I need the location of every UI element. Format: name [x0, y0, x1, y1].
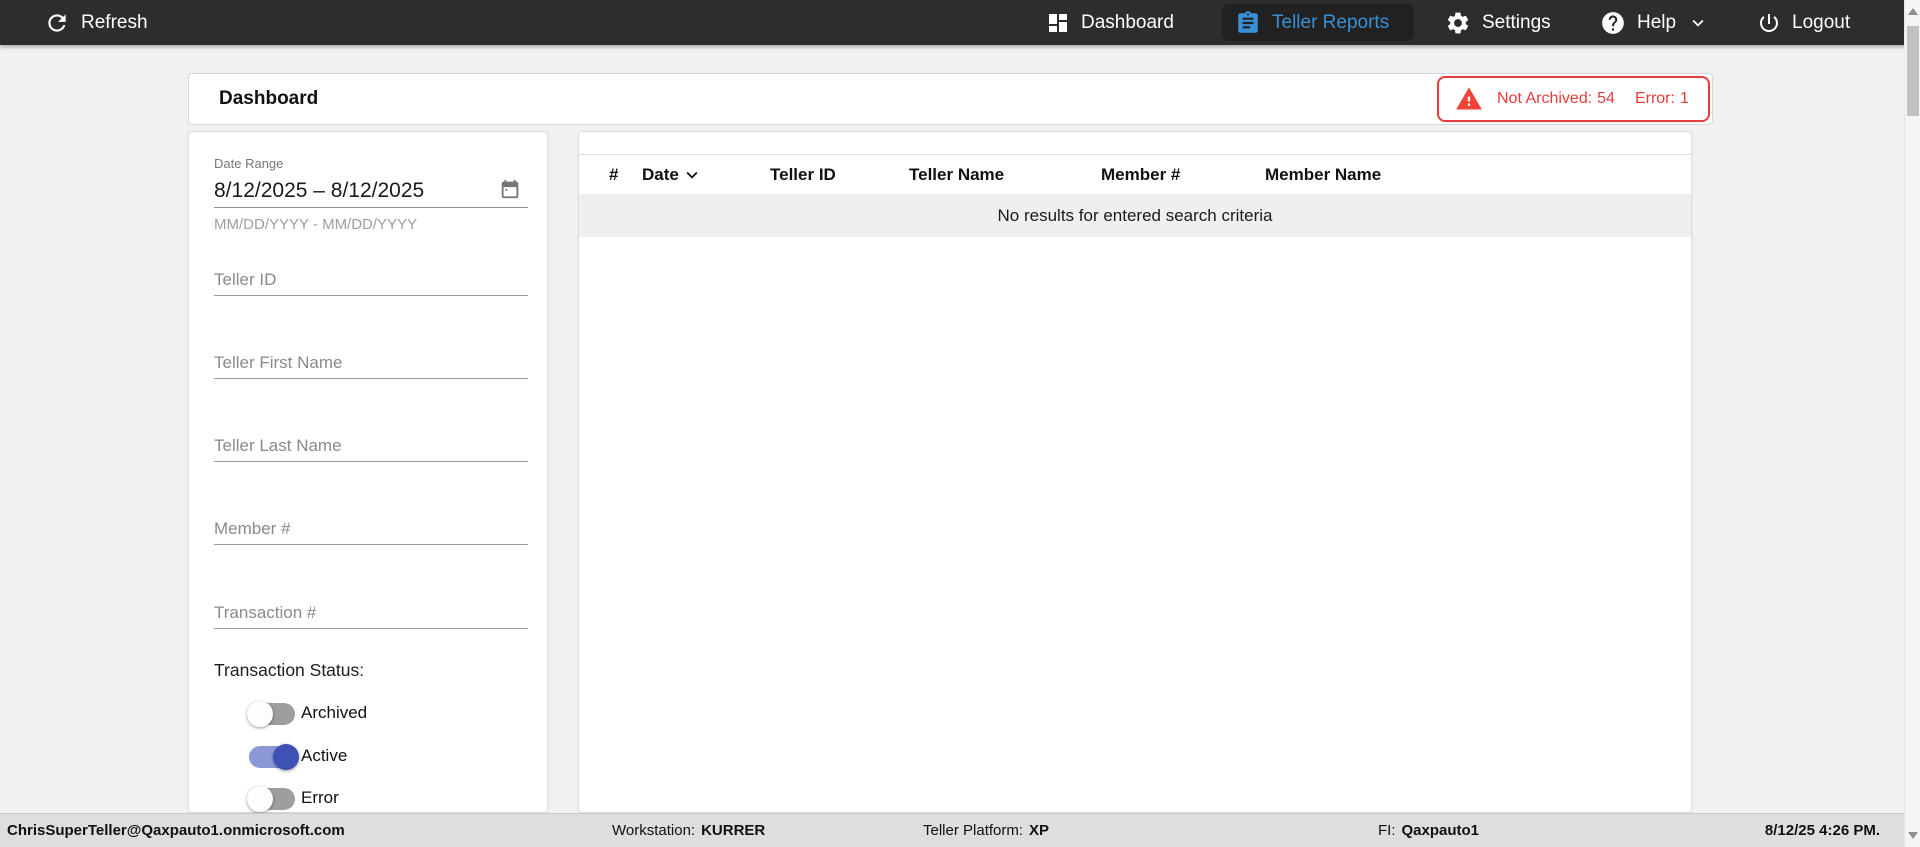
scrollbar-thumb[interactable] — [1907, 26, 1919, 116]
error-count: Error: 1 — [1634, 90, 1689, 107]
no-results-row: No results for entered search criteria — [579, 194, 1691, 237]
toggle-thumb — [247, 701, 273, 727]
logged-in-user: ChrisSuperTeller@Qaxpauto1.onmicrosoft.c… — [7, 822, 345, 839]
vertical-scrollbar[interactable] — [1904, 0, 1920, 847]
refresh-button[interactable]: Refresh — [44, 0, 148, 45]
transaction-number-input[interactable] — [214, 598, 528, 629]
toggle-thumb — [247, 786, 273, 812]
teller-first-name-input[interactable] — [214, 348, 528, 379]
error-toggle-label: Error — [301, 788, 339, 807]
clipboard-icon — [1238, 10, 1258, 33]
page-title: Dashboard — [219, 88, 319, 109]
calendar-icon[interactable] — [499, 178, 521, 200]
help-icon — [1602, 11, 1624, 34]
error-toggle[interactable] — [247, 786, 295, 812]
not-archived-count: Not Archived: 54 — [1497, 90, 1615, 107]
column-header-teller-id[interactable]: Teller ID — [770, 165, 909, 185]
teller-id-input[interactable] — [214, 265, 528, 296]
current-timestamp: 8/12/25 4:26 PM. — [1764, 822, 1880, 839]
refresh-icon — [48, 13, 66, 32]
dashboard-grid-icon — [1049, 13, 1067, 32]
chevron-down-icon — [1692, 19, 1704, 27]
scroll-up-arrow-icon[interactable] — [1908, 8, 1918, 15]
toggle-row-archived: Archived — [189, 701, 547, 727]
fi-info: FI: Qaxpauto1 — [1378, 822, 1480, 839]
archived-toggle-label: Archived — [301, 703, 368, 722]
results-table-header: # Date Teller ID Teller Name Member # Me… — [579, 154, 1691, 194]
nav-item-dashboard[interactable]: Dashboard — [1046, 0, 1174, 45]
column-header-member-number[interactable]: Member # — [1101, 165, 1265, 185]
sort-chevron-down-icon — [686, 171, 698, 179]
search-filters-panel: Date Range MM/DD/YYYY - MM/DD/YYYY Trans… — [188, 131, 548, 813]
status-bar: ChrisSuperTeller@Qaxpauto1.onmicrosoft.c… — [0, 813, 1920, 847]
nav-item-label: Logout — [1792, 11, 1851, 33]
teller-platform-info: Teller Platform: XP — [923, 822, 1050, 839]
member-number-input[interactable] — [214, 514, 528, 545]
archive-error-alert-badge[interactable]: Not Archived: 54 Error: 1 — [1437, 76, 1710, 122]
workstation-info: Workstation: KURRER — [612, 822, 766, 839]
active-toggle[interactable] — [249, 744, 299, 770]
active-toggle-label: Active — [301, 746, 348, 765]
toggle-row-active: Active — [189, 744, 547, 770]
gear-icon — [1447, 12, 1469, 33]
column-header-number[interactable]: # — [609, 165, 642, 185]
nav-item-label: Help — [1637, 11, 1677, 33]
nav-item-label: Dashboard — [1081, 11, 1174, 33]
nav-item-settings[interactable]: Settings — [1445, 0, 1551, 45]
refresh-label: Refresh — [81, 11, 148, 33]
power-icon — [1760, 13, 1778, 32]
scroll-down-arrow-icon[interactable] — [1908, 832, 1918, 839]
toggle-thumb — [273, 744, 299, 770]
nav-item-teller-reports[interactable]: Teller Reports — [1222, 4, 1414, 41]
date-format-hint: MM/DD/YYYY - MM/DD/YYYY — [214, 216, 418, 233]
transaction-status-label: Transaction Status: — [214, 660, 365, 680]
no-results-message: No results for entered search criteria — [997, 205, 1273, 225]
date-range-label: Date Range — [214, 156, 284, 171]
teller-last-name-input[interactable] — [214, 431, 528, 462]
column-header-member-name[interactable]: Member Name — [1265, 165, 1691, 185]
warning-triangle-icon — [1456, 87, 1482, 110]
toggle-row-error: Error — [189, 786, 547, 812]
column-header-date[interactable]: Date — [642, 164, 770, 186]
nav-item-label: Settings — [1482, 11, 1551, 33]
top-navigation-bar: Refresh Dashboard Teller Reports Setting… — [0, 0, 1920, 45]
archived-toggle[interactable] — [247, 701, 295, 727]
nav-item-help[interactable]: Help — [1600, 0, 1709, 45]
results-table-panel: # Date Teller ID Teller Name Member # Me… — [578, 131, 1692, 813]
nav-item-label: Teller Reports — [1272, 11, 1390, 33]
date-range-input[interactable] — [214, 174, 528, 208]
column-header-teller-name[interactable]: Teller Name — [909, 165, 1101, 185]
nav-item-logout[interactable]: Logout — [1757, 0, 1850, 45]
